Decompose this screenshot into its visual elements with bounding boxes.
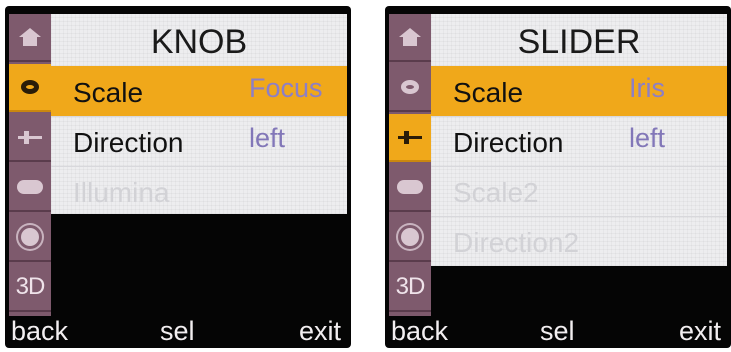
- back-softkey[interactable]: back: [11, 314, 68, 348]
- back-softkey[interactable]: back: [391, 314, 448, 348]
- menu-row-label: Direction: [73, 127, 184, 158]
- sidebar-item-button[interactable]: [9, 164, 51, 212]
- softkey-bar: back sel exit: [5, 314, 351, 348]
- sidebar-item-settings[interactable]: [389, 214, 431, 262]
- menu-row-direction[interactable]: Direction left: [431, 116, 727, 166]
- sidebar-item-3d[interactable]: 3D: [9, 264, 51, 312]
- sidebar-item-button[interactable]: [389, 164, 431, 212]
- menu-row-direction[interactable]: Direction left: [51, 116, 347, 166]
- button-icon: [397, 180, 423, 194]
- 3d-icon: 3D: [15, 273, 46, 300]
- slider-screen: 3D SLIDER Scale Iris Direction left Scal…: [385, 6, 731, 348]
- home-icon: [399, 28, 421, 46]
- exit-softkey[interactable]: exit: [679, 314, 721, 348]
- menu-row-label: Scale: [453, 77, 524, 108]
- menu-row-illumina: Illumina: [51, 166, 347, 214]
- menu-row-value: left: [249, 123, 286, 153]
- slider-icon: [18, 131, 42, 144]
- sidebar-item-home[interactable]: [389, 14, 431, 62]
- menu-row-value: left: [629, 123, 666, 153]
- menu-row-label: Illumina: [73, 177, 170, 208]
- menu-row-label: Scale2: [453, 177, 539, 208]
- knob-icon: [401, 80, 419, 94]
- menu-panel: SLIDER Scale Iris Direction left Scale2 …: [431, 14, 727, 266]
- menu-row-scale2: Scale2: [431, 166, 727, 216]
- menu-row-label: Direction2: [453, 227, 580, 258]
- sidebar-item-slider[interactable]: [389, 114, 431, 162]
- gear-icon: [401, 228, 419, 246]
- select-softkey[interactable]: sel: [160, 314, 195, 348]
- softkey-bar: back sel exit: [385, 314, 731, 348]
- home-icon: [19, 28, 41, 46]
- exit-softkey[interactable]: exit: [299, 314, 341, 348]
- sidebar-item-settings[interactable]: [9, 214, 51, 262]
- sidebar-item-3d[interactable]: 3D: [389, 264, 431, 312]
- sidebar-item-home[interactable]: [9, 14, 51, 62]
- sidebar-item-knob[interactable]: [9, 64, 51, 112]
- menu-row-value: Iris: [629, 73, 665, 103]
- gear-icon: [21, 228, 39, 246]
- menu-panel: KNOB Scale Focus Direction left Illumina: [51, 14, 347, 214]
- sidebar-item-knob[interactable]: [389, 64, 431, 112]
- menu-row-scale[interactable]: Scale Iris: [431, 66, 727, 116]
- page-title: KNOB: [150, 23, 248, 61]
- menu-row-scale[interactable]: Scale Focus: [51, 66, 347, 116]
- menu-row-direction2: Direction2: [431, 216, 727, 266]
- knob-icon: [21, 80, 39, 94]
- menu-row-value: Focus: [249, 73, 323, 103]
- sidebar-item-slider[interactable]: [9, 114, 51, 162]
- menu-row-label: Scale: [73, 77, 144, 108]
- page-title: SLIDER: [517, 23, 641, 61]
- menu-row-label: Direction: [453, 127, 564, 158]
- sidebar: 3D: [9, 14, 51, 316]
- knob-screen: 3D KNOB Scale Focus Direction left Illum…: [5, 6, 351, 348]
- button-icon: [17, 180, 43, 194]
- select-softkey[interactable]: sel: [540, 314, 575, 348]
- sidebar: 3D: [389, 14, 431, 316]
- 3d-icon: 3D: [395, 273, 426, 300]
- slider-icon: [398, 131, 422, 144]
